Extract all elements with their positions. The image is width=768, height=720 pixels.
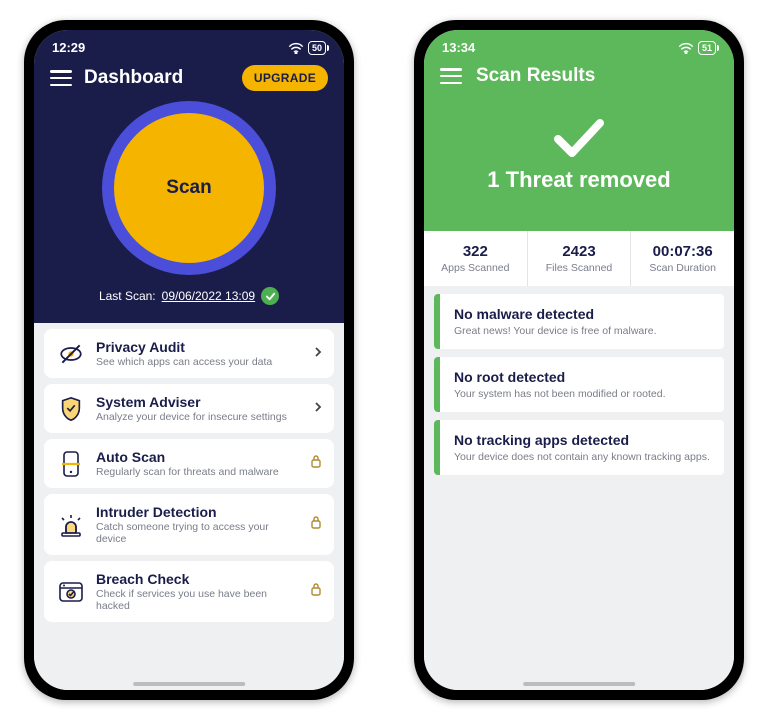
eye-off-icon [56,341,86,367]
stat-label: Scan Duration [635,262,730,274]
phone-dashboard: 12:29 50 Dashboard UPGRADE Scan [24,20,354,700]
phone-scan-results: 13:34 51 Scan Results 1 Threat removed [414,20,744,700]
lock-icon [310,454,322,473]
phone-scan-icon [56,450,86,478]
result-card-tracking[interactable]: No tracking apps detected Your device do… [434,420,724,475]
battery-icon: 51 [698,41,716,55]
feature-desc: Regularly scan for threats and malware [96,466,300,478]
last-scan-prefix: Last Scan: [99,289,156,303]
last-scan-timestamp[interactable]: 09/06/2022 13:09 [162,289,255,303]
result-desc: Your system has not been modified or roo… [454,388,710,400]
result-card-root[interactable]: No root detected Your system has not bee… [434,357,724,412]
result-desc: Great news! Your device is free of malwa… [454,325,710,337]
feature-breach-check[interactable]: Breach Check Check if services you use h… [44,561,334,622]
status-icons: 51 [678,41,716,55]
status-time: 13:34 [442,40,475,55]
stat-label: Apps Scanned [428,262,523,274]
wifi-icon [678,42,694,54]
result-title: No root detected [454,369,710,385]
banner-text: 1 Threat removed [440,167,718,193]
status-icons: 50 [288,41,326,55]
check-icon [261,287,279,305]
home-indicator [523,682,635,686]
feature-desc: Analyze your device for insecure setting… [96,411,304,423]
stat-value: 00:07:36 [635,243,730,260]
feature-title: Auto Scan [96,449,300,465]
upgrade-button[interactable]: UPGRADE [242,65,328,91]
check-icon [440,117,718,159]
feature-system-adviser[interactable]: System Adviser Analyze your device for i… [44,384,334,433]
feature-auto-scan[interactable]: Auto Scan Regularly scan for threats and… [44,439,334,488]
stat-label: Files Scanned [532,262,627,274]
feature-desc: Catch someone trying to access your devi… [96,521,300,545]
scan-button-label: Scan [166,177,211,199]
page-title: Dashboard [84,67,183,89]
stat-scan-duration: 00:07:36 Scan Duration [631,231,734,286]
chevron-right-icon [314,345,322,363]
result-title: No malware detected [454,306,710,322]
lock-icon [310,515,322,534]
stat-value: 2423 [532,243,627,260]
feature-desc: See which apps can access your data [96,356,304,368]
status-bar: 12:29 50 [34,30,344,59]
results-list: No malware detected Great news! Your dev… [424,286,734,690]
lock-icon [310,582,322,601]
stat-apps-scanned: 322 Apps Scanned [424,231,528,286]
chevron-right-icon [314,400,322,418]
dashboard-header: Dashboard UPGRADE Scan Last Scan: 09/06/… [34,59,344,323]
siren-icon [56,513,86,537]
menu-icon[interactable] [50,70,72,86]
feature-title: Intruder Detection [96,504,300,520]
last-scan-row: Last Scan: 09/06/2022 13:09 [50,287,328,305]
status-time: 12:29 [52,40,85,55]
result-title: No tracking apps detected [454,432,710,448]
battery-icon: 50 [308,41,326,55]
browser-check-icon [56,580,86,604]
feature-list: Privacy Audit See which apps can access … [34,323,344,690]
feature-privacy-audit[interactable]: Privacy Audit See which apps can access … [44,329,334,378]
stat-files-scanned: 2423 Files Scanned [528,231,632,286]
stats-row: 322 Apps Scanned 2423 Files Scanned 00:0… [424,231,734,286]
page-title: Scan Results [476,65,595,87]
scan-button[interactable]: Scan [102,101,276,275]
home-indicator [133,682,245,686]
shield-check-icon [56,396,86,422]
feature-intruder-detection[interactable]: Intruder Detection Catch someone trying … [44,494,334,555]
result-card-malware[interactable]: No malware detected Great news! Your dev… [434,294,724,349]
wifi-icon [288,42,304,54]
status-bar: 13:34 51 [424,30,734,59]
feature-title: Breach Check [96,571,300,587]
result-desc: Your device does not contain any known t… [454,451,710,463]
menu-icon[interactable] [440,68,462,84]
feature-desc: Check if services you use have been hack… [96,588,300,612]
results-header: Scan Results 1 Threat removed [424,59,734,231]
stat-value: 322 [428,243,523,260]
feature-title: Privacy Audit [96,339,304,355]
feature-title: System Adviser [96,394,304,410]
